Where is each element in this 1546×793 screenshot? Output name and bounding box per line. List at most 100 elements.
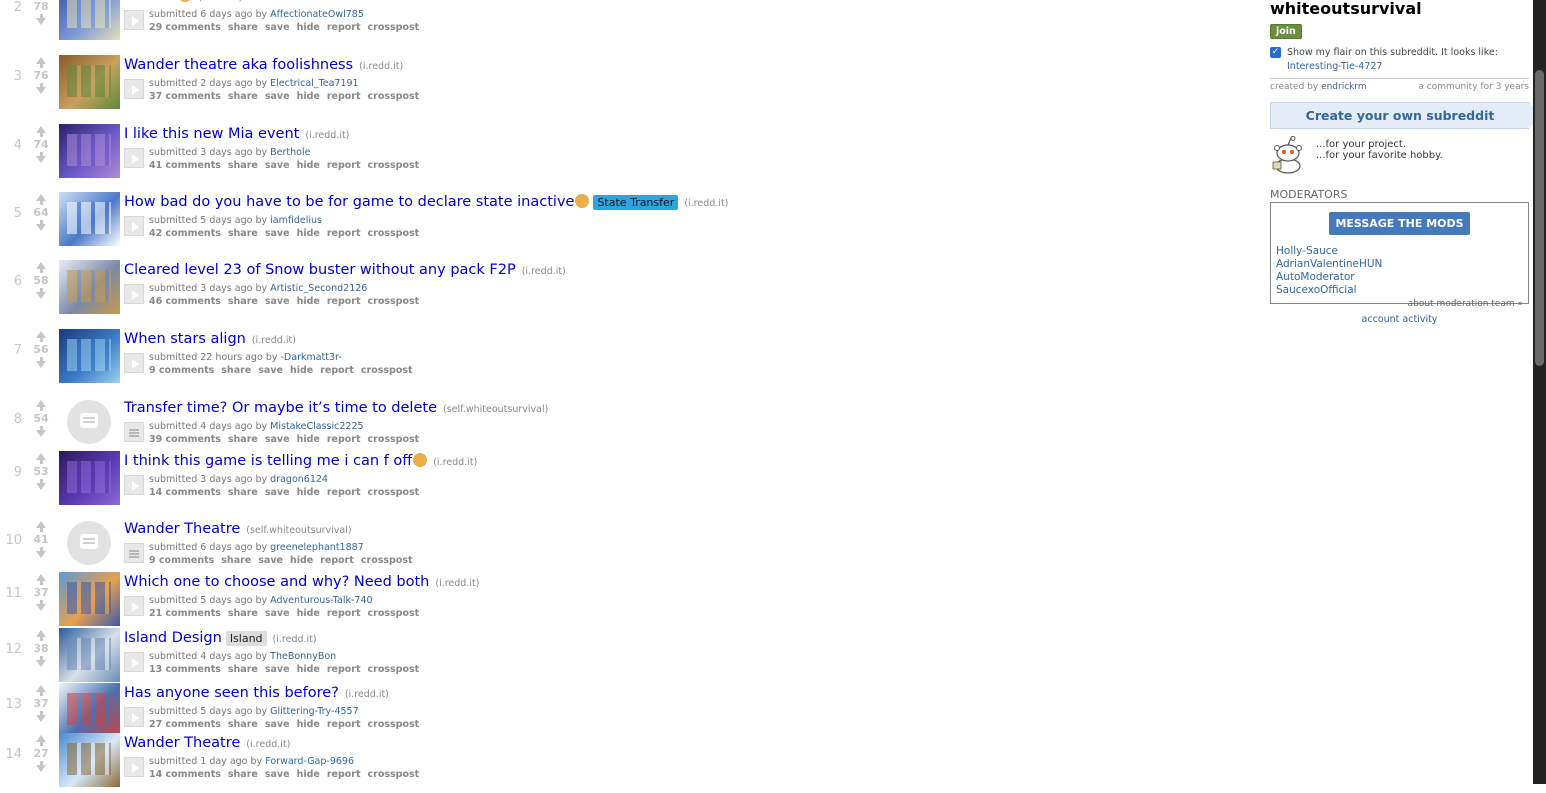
post-title-link[interactable]: I like this new Mia event: [124, 126, 299, 142]
post-author-link[interactable]: AffectionateOwl785: [270, 9, 364, 20]
comments-link[interactable]: 14 comments: [149, 769, 221, 780]
crosspost-button[interactable]: crosspost: [368, 664, 420, 675]
upvote-arrow-icon[interactable]: [30, 194, 52, 205]
hide-button[interactable]: hide: [297, 228, 320, 239]
post-author-link[interactable]: Electrical_Tea7191: [270, 78, 358, 89]
comments-link[interactable]: 42 comments: [149, 228, 221, 239]
scrollbar[interactable]: [1533, 0, 1546, 784]
post-author-link[interactable]: Adventurous-Talk-740: [270, 595, 372, 606]
post-author-link[interactable]: Artistic_Second2126: [270, 283, 367, 294]
post-domain[interactable]: (i.redd.it): [252, 335, 296, 346]
self-post-thumbnail[interactable]: [67, 400, 111, 444]
post-author-link[interactable]: TheBonnyBon: [270, 651, 336, 662]
moderator-link[interactable]: AutoModerator: [1276, 271, 1523, 284]
expand-media-icon[interactable]: [124, 79, 144, 99]
post-title-link[interactable]: Transfer time? Or maybe it’s time to del…: [124, 400, 437, 416]
share-button[interactable]: share: [228, 434, 258, 445]
comments-link[interactable]: 46 comments: [149, 296, 221, 307]
comments-link[interactable]: 13 comments: [149, 664, 221, 675]
post-thumbnail[interactable]: [59, 192, 120, 246]
post-domain[interactable]: (i.redd.it): [684, 198, 728, 209]
downvote-arrow-icon[interactable]: [30, 656, 52, 667]
account-activity-link[interactable]: account activity: [1270, 314, 1529, 325]
share-button[interactable]: share: [221, 555, 251, 566]
post-thumbnail[interactable]: [59, 329, 120, 383]
comments-link[interactable]: 21 comments: [149, 608, 221, 619]
downvote-arrow-icon[interactable]: [30, 547, 52, 558]
post-title-link[interactable]: Wander Theatre: [124, 735, 240, 751]
post-domain[interactable]: (i.redd.it): [198, 0, 242, 3]
post-title-link[interactable]: How bad do you have to be for game to de…: [124, 194, 574, 210]
post-thumbnail[interactable]: [59, 451, 120, 505]
share-button[interactable]: share: [228, 487, 258, 498]
expand-media-icon[interactable]: [124, 353, 144, 373]
report-button[interactable]: report: [320, 555, 354, 566]
post-author-link[interactable]: iamfidelius: [270, 215, 322, 226]
report-button[interactable]: report: [327, 719, 361, 730]
post-title-link[interactable]: Which one to choose and why? Need both: [124, 574, 429, 590]
post-thumbnail[interactable]: [59, 683, 120, 737]
report-button[interactable]: report: [327, 487, 361, 498]
post-thumbnail[interactable]: [59, 55, 120, 109]
hide-button[interactable]: hide: [290, 365, 313, 376]
share-button[interactable]: share: [228, 608, 258, 619]
post-thumbnail[interactable]: [59, 124, 120, 178]
hide-button[interactable]: hide: [297, 434, 320, 445]
crosspost-button[interactable]: crosspost: [368, 434, 420, 445]
upvote-arrow-icon[interactable]: [30, 521, 52, 532]
save-button[interactable]: save: [265, 160, 290, 171]
self-post-thumbnail[interactable]: [67, 521, 111, 565]
show-flair-checkbox[interactable]: ✓: [1270, 47, 1281, 58]
report-button[interactable]: report: [327, 296, 361, 307]
creator-link[interactable]: endrickrm: [1321, 82, 1367, 92]
expand-media-icon[interactable]: [124, 216, 144, 236]
post-domain[interactable]: (i.redd.it): [345, 689, 389, 700]
post-title-link[interactable]: I think this game is telling me i can f …: [124, 453, 412, 469]
downvote-arrow-icon[interactable]: [30, 152, 52, 163]
join-button[interactable]: join: [1270, 24, 1302, 39]
post-title-link[interactable]: Island Design: [124, 630, 222, 646]
upvote-arrow-icon[interactable]: [30, 630, 52, 641]
post-title-link[interactable]: When stars align: [124, 331, 246, 347]
save-button[interactable]: save: [258, 555, 283, 566]
post-thumbnail[interactable]: [59, 0, 120, 40]
crosspost-button[interactable]: crosspost: [368, 22, 420, 33]
save-button[interactable]: save: [265, 296, 290, 307]
report-button[interactable]: report: [327, 769, 361, 780]
downvote-arrow-icon[interactable]: [30, 761, 52, 772]
share-button[interactable]: share: [228, 160, 258, 171]
report-button[interactable]: report: [327, 664, 361, 675]
post-thumbnail[interactable]: [59, 572, 120, 626]
downvote-arrow-icon[interactable]: [30, 288, 52, 299]
hide-button[interactable]: hide: [297, 487, 320, 498]
post-author-link[interactable]: Forward-Gap-9696: [265, 756, 354, 767]
share-button[interactable]: share: [228, 769, 258, 780]
downvote-arrow-icon[interactable]: [30, 479, 52, 490]
moderator-link[interactable]: Holly-Sauce: [1276, 245, 1523, 258]
upvote-arrow-icon[interactable]: [30, 331, 52, 342]
comments-link[interactable]: 27 comments: [149, 719, 221, 730]
post-title-link[interactable]: Cleared level 23 of Snow buster without …: [124, 262, 516, 278]
crosspost-button[interactable]: crosspost: [368, 769, 420, 780]
upvote-arrow-icon[interactable]: [30, 57, 52, 68]
hide-button[interactable]: hide: [297, 719, 320, 730]
upvote-arrow-icon[interactable]: [30, 735, 52, 746]
hide-button[interactable]: hide: [297, 608, 320, 619]
post-domain[interactable]: (i.redd.it): [246, 739, 290, 750]
crosspost-button[interactable]: crosspost: [361, 555, 413, 566]
save-button[interactable]: save: [265, 434, 290, 445]
save-button[interactable]: save: [265, 487, 290, 498]
save-button[interactable]: save: [265, 769, 290, 780]
comments-link[interactable]: 41 comments: [149, 160, 221, 171]
hide-button[interactable]: hide: [297, 769, 320, 780]
post-domain[interactable]: (i.redd.it): [435, 578, 479, 589]
hide-button[interactable]: hide: [297, 91, 320, 102]
upvote-arrow-icon[interactable]: [30, 685, 52, 696]
post-domain[interactable]: (self.whiteoutsurvival): [443, 404, 548, 415]
post-author-link[interactable]: dragon6124: [270, 474, 328, 485]
expand-text-icon[interactable]: [124, 422, 144, 442]
expand-media-icon[interactable]: [124, 10, 144, 30]
about-moderation-team-link[interactable]: about moderation team »: [1276, 299, 1523, 309]
post-author-link[interactable]: MistakeClassic2225: [270, 421, 363, 432]
downvote-arrow-icon[interactable]: [30, 357, 52, 368]
